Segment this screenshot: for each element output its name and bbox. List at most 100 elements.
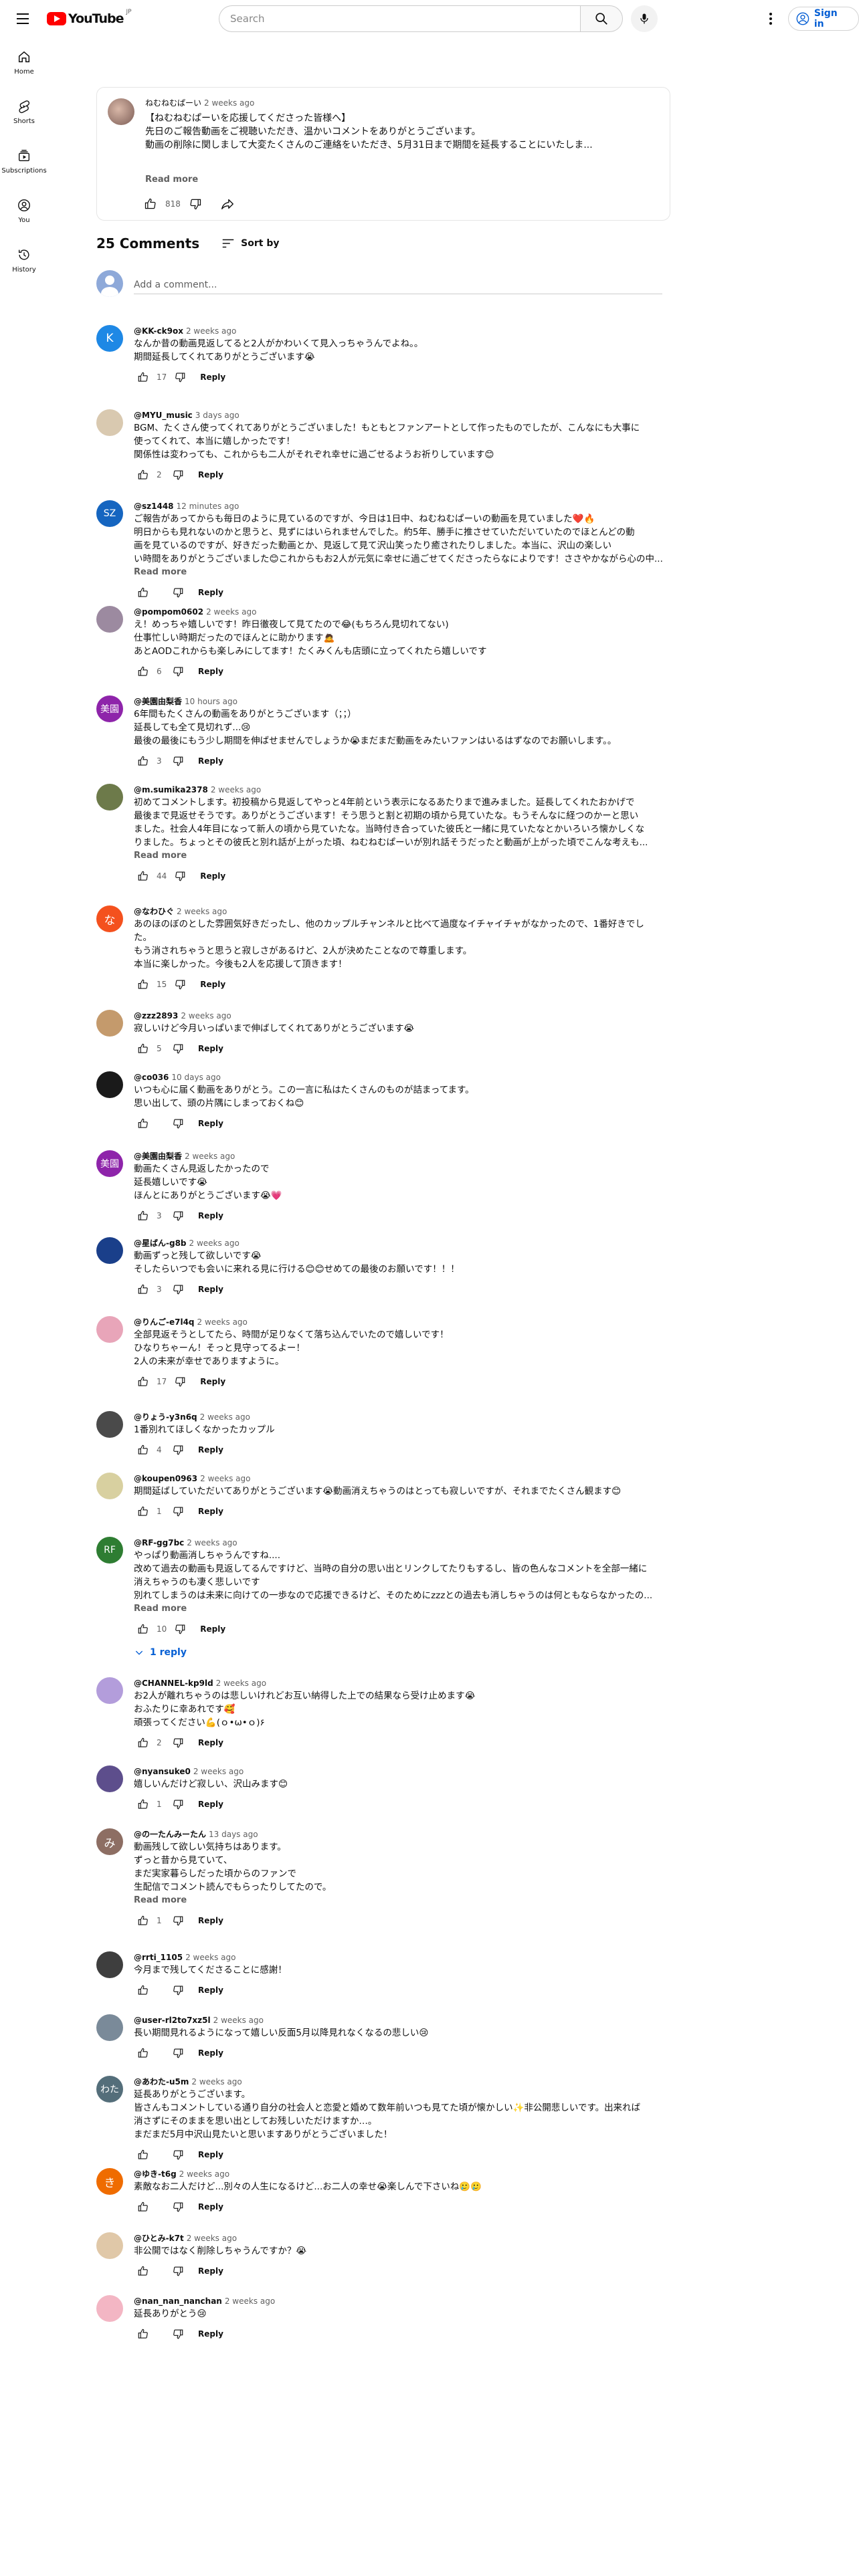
reply-button[interactable]: Reply (198, 756, 223, 766)
comment-avatar[interactable]: SZ (96, 500, 123, 527)
search-input[interactable] (219, 5, 580, 32)
comment-avatar[interactable]: RF (96, 1537, 123, 1564)
comment-avatar[interactable]: わた (96, 2076, 123, 2103)
dislike-button[interactable] (169, 1440, 187, 1459)
like-button[interactable] (134, 2044, 153, 2062)
comment-time[interactable]: 2 weeks ago (186, 326, 236, 336)
like-button[interactable] (134, 2262, 153, 2280)
like-button[interactable] (134, 2145, 153, 2164)
comment-avatar[interactable]: な (96, 905, 123, 932)
like-button[interactable] (134, 583, 153, 602)
like-button[interactable] (134, 2325, 153, 2343)
comment-avatar[interactable] (96, 1473, 123, 1499)
like-button[interactable] (134, 867, 153, 885)
post-read-more-link[interactable]: Read more (145, 175, 198, 185)
like-button[interactable] (134, 2197, 153, 2216)
reply-button[interactable]: Reply (198, 1044, 223, 1053)
dislike-button[interactable] (171, 1372, 189, 1391)
like-button[interactable] (134, 1620, 153, 1638)
reply-button[interactable]: Reply (198, 588, 223, 597)
like-button[interactable] (134, 1981, 153, 2000)
comment-avatar[interactable] (96, 1951, 123, 1978)
like-button[interactable] (134, 1911, 153, 1930)
comment-author[interactable]: @rrti_1105 (134, 1953, 183, 1962)
dislike-button[interactable] (169, 465, 187, 484)
dislike-button[interactable] (169, 662, 187, 681)
comment-author[interactable]: @りんご-e7l4q (134, 1317, 195, 1327)
dislike-button[interactable] (169, 2145, 187, 2164)
dislike-button[interactable] (169, 1795, 187, 1814)
comment-avatar[interactable]: き (96, 2168, 123, 2195)
reply-button[interactable]: Reply (200, 980, 225, 989)
comment-avatar[interactable] (96, 1237, 123, 1264)
comment-avatar[interactable] (96, 2295, 123, 2322)
dislike-button[interactable] (169, 2262, 187, 2280)
comment-avatar[interactable] (96, 1010, 123, 1037)
comment-time[interactable]: 2 weeks ago (191, 2077, 242, 2086)
dislike-button[interactable] (169, 2325, 187, 2343)
comment-time[interactable]: 2 weeks ago (187, 2234, 237, 2243)
comment-time[interactable]: 10 days ago (171, 1073, 221, 1082)
comment-time[interactable]: 2 weeks ago (189, 1239, 240, 1248)
reply-button[interactable]: Reply (198, 1507, 223, 1516)
reply-button[interactable]: Reply (198, 1800, 223, 1809)
read-more-link[interactable]: Read more (134, 849, 669, 863)
like-button[interactable] (134, 465, 153, 484)
like-button[interactable] (134, 1206, 153, 1225)
comment-avatar[interactable]: み (96, 1828, 123, 1855)
reply-button[interactable]: Reply (198, 1738, 223, 1747)
comment-avatar[interactable] (96, 1071, 123, 1098)
comment-time[interactable]: 2 weeks ago (193, 1767, 244, 1776)
like-button[interactable] (134, 975, 153, 994)
comment-avatar[interactable] (96, 1316, 123, 1343)
comment-author[interactable]: @nyansuke0 (134, 1767, 191, 1776)
comment-author[interactable]: @ひとみ-k7t (134, 2234, 184, 2243)
reply-button[interactable]: Reply (198, 1211, 223, 1220)
like-button[interactable] (134, 752, 153, 770)
sidebar-item-subscriptions[interactable]: Subscriptions (0, 136, 48, 186)
sort-by-button[interactable]: Sort by (221, 236, 280, 251)
comment-time[interactable]: 2 weeks ago (200, 1474, 250, 1483)
like-button[interactable] (134, 1440, 153, 1459)
sidebar-item-you[interactable]: You (0, 186, 48, 235)
like-button[interactable] (134, 662, 153, 681)
dislike-button[interactable] (169, 2044, 187, 2062)
reply-button[interactable]: Reply (198, 1445, 223, 1455)
comment-avatar[interactable] (96, 2232, 123, 2259)
comment-author[interactable]: @user-rl2to7xz5l (134, 2016, 211, 2025)
sidebar-item-history[interactable]: History (0, 235, 48, 285)
sidebar-item-home[interactable]: Home (0, 37, 48, 87)
reply-button[interactable]: Reply (198, 470, 223, 479)
comment-time[interactable]: 2 weeks ago (187, 1538, 237, 1547)
post-time[interactable]: 2 weeks ago (204, 98, 254, 108)
comment-author[interactable]: @りょう-y3n6q (134, 1412, 197, 1422)
comment-time[interactable]: 2 weeks ago (200, 1412, 250, 1422)
like-button[interactable] (134, 1039, 153, 1058)
comment-author[interactable]: @星ばん-g8b (134, 1239, 187, 1248)
read-more-link[interactable]: Read more (134, 566, 669, 579)
comment-avatar[interactable]: K (96, 325, 123, 352)
like-button[interactable] (134, 1502, 153, 1521)
reply-button[interactable]: Reply (198, 2202, 223, 2212)
like-button[interactable] (134, 1733, 153, 1752)
comment-time[interactable]: 2 weeks ago (177, 907, 227, 916)
reply-button[interactable]: Reply (198, 2048, 223, 2058)
sidebar-item-shorts[interactable]: Shorts (0, 87, 48, 136)
voice-search-button[interactable] (631, 5, 658, 32)
comment-time[interactable]: 2 weeks ago (216, 1679, 266, 1688)
view-replies-button[interactable]: 1 reply (134, 1642, 669, 1662)
like-button[interactable] (134, 368, 153, 387)
reply-button[interactable]: Reply (200, 871, 225, 881)
comment-avatar[interactable] (96, 1765, 123, 1792)
comment-author[interactable]: @co036 (134, 1073, 169, 1082)
share-button[interactable] (218, 195, 237, 213)
comment-author[interactable]: @ゆき-t6g (134, 2169, 177, 2179)
comment-author[interactable]: @nan_nan_nanchan (134, 2296, 222, 2306)
dislike-button[interactable] (169, 1733, 187, 1752)
dislike-button[interactable] (169, 1502, 187, 1521)
comment-author[interactable]: @koupen0963 (134, 1474, 197, 1483)
comment-avatar[interactable] (96, 784, 123, 811)
channel-avatar[interactable] (108, 98, 134, 125)
dislike-button[interactable] (169, 752, 187, 770)
comment-avatar[interactable]: 美園 (96, 695, 123, 722)
